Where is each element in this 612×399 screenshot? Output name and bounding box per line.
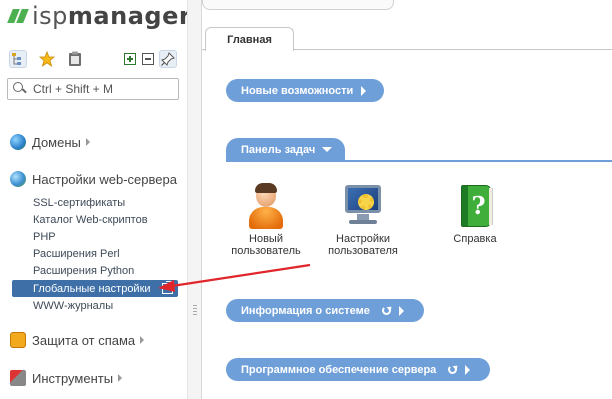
tile-help[interactable]: ? Справка [435,183,515,245]
menu-search[interactable] [7,78,179,100]
logo-text-light: isp [32,2,68,30]
menu-item-perl[interactable]: Расширения Perl [33,247,120,261]
chevron-right-icon [85,138,90,146]
refresh-icon[interactable] [381,306,391,315]
chevron-right-icon [465,364,471,375]
new-features-label: Новые возможности [241,84,354,97]
tile-label-line1: Новый [249,233,283,245]
app-window: ispmanager Ctrl + Shift + M Домены Настр… [0,0,612,399]
menu-item-www-logs[interactable]: WWW-журналы [33,299,113,313]
chevron-right-icon [361,85,367,96]
refresh-icon[interactable] [448,365,458,374]
sidebar-toolbar [9,50,179,70]
globe-gear-icon [10,171,26,187]
pin-button[interactable] [159,50,177,68]
star-icon [39,51,55,67]
open-new-window-icon[interactable] [162,281,174,294]
menu-item-php[interactable]: PHP [33,230,56,244]
system-info-button[interactable]: Информация о системе [226,299,424,322]
system-info-label: Информация о системе [241,304,370,317]
top-bar [202,0,394,10]
menu-item-label: Глобальные настройки [33,282,151,295]
new-features-button[interactable]: Новые возможности [226,79,384,102]
clipboard-button[interactable] [66,50,84,68]
tile-new-user[interactable]: Новый пользователь [226,183,306,257]
globe-icon [10,134,26,150]
tile-user-settings[interactable]: Настройки пользователя [323,183,403,257]
logo-mark-icon [7,9,29,23]
menu-item-global-settings[interactable]: Глобальные настройки [12,280,178,297]
server-software-label: Программное обеспечение сервера [241,363,437,376]
menu-group-label: Домены [32,134,81,150]
shield-icon [10,332,26,348]
chevron-right-icon [140,336,145,344]
tile-label-line1: Настройки [336,233,390,245]
help-book-icon: ? [455,183,495,229]
main-content: Главная Новые возможности Панель задач Н… [202,0,612,399]
search-input[interactable] [33,82,173,96]
menu-item-ssl[interactable]: SSL-сертификаты [33,196,125,210]
user-settings-icon [343,183,383,229]
panel-splitter[interactable] [187,0,202,399]
task-panel-divider [226,160,612,162]
tree-view-button[interactable] [9,50,27,68]
favorites-button[interactable] [38,50,56,68]
tile-label-line1: Справка [453,233,497,245]
menu-group-tools[interactable]: Инструменты [10,369,123,387]
chevron-right-icon [118,374,123,382]
menu-group-domains[interactable]: Домены [10,133,90,151]
expand-all-button[interactable] [121,50,139,68]
expand-all-icon [124,53,136,65]
chevron-down-icon [322,147,333,152]
search-icon [13,82,27,96]
clipboard-icon [69,51,81,66]
menu-group-web-server[interactable]: Настройки web-сервера [10,170,177,188]
collapse-all-button[interactable] [139,50,157,68]
menu-item-web-scripts[interactable]: Каталог Web-скриптов [33,213,148,227]
chevron-right-icon [398,305,404,316]
tools-icon [10,370,26,386]
tree-view-icon [12,53,21,65]
tile-label-line2: пользователь [231,245,301,257]
logo-text-bold: manager [67,2,192,30]
menu-group-label: Инструменты [32,370,114,386]
task-panel-header[interactable]: Панель задач [226,138,345,161]
splitter-grip-icon[interactable] [193,305,197,317]
menu-group-label: Защита от спама [32,332,136,348]
menu-group-label: Настройки web-сервера [32,171,177,187]
app-logo: ispmanager [7,2,192,30]
pin-icon [161,52,175,66]
sidebar: ispmanager Ctrl + Shift + M Домены Настр… [0,0,191,399]
collapse-all-icon [142,53,154,65]
new-user-icon [246,183,286,229]
server-software-button[interactable]: Программное обеспечение сервера [226,358,490,381]
task-panel-label: Панель задач [241,143,316,156]
menu-group-spam-protection[interactable]: Защита от спама [10,331,145,349]
tab-home[interactable]: Главная [205,27,294,51]
menu-item-python[interactable]: Расширения Python [33,264,134,278]
tile-label-line2: пользователя [328,245,398,257]
